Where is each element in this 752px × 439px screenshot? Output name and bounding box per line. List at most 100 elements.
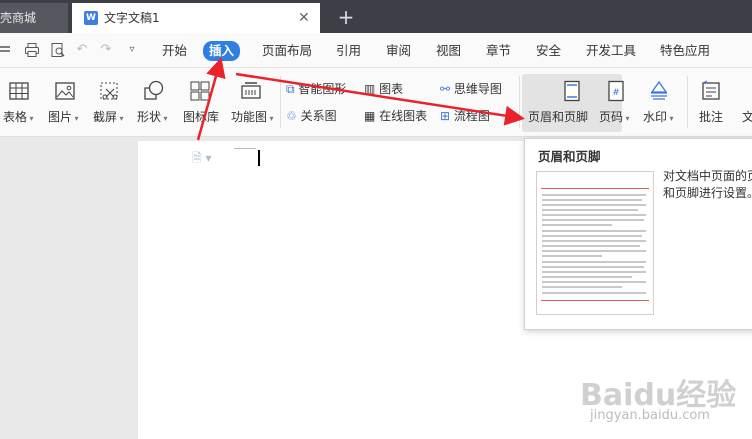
- print-preview-icon[interactable]: [50, 42, 66, 58]
- smart-shape-icon: ⧉: [286, 82, 295, 96]
- menu-review[interactable]: 审阅: [386, 42, 411, 60]
- tooltip-description: 对文档中页面的页眉和页脚进行设置。: [663, 169, 752, 200]
- online-chart-label: 在线图表: [379, 109, 428, 123]
- smart-shape-button[interactable]: ⧉ 智能图形: [286, 80, 346, 97]
- shape-icon[interactable]: [143, 80, 165, 102]
- page-number-button[interactable]: 页码 ▾: [599, 108, 630, 125]
- preview-text-line: [542, 261, 646, 263]
- menu-start[interactable]: 开始: [162, 42, 187, 60]
- page-number-icon[interactable]: #: [605, 80, 627, 102]
- flowchart-button[interactable]: ⊞ 流程图: [440, 107, 490, 124]
- picture-button[interactable]: 图片 ▾: [48, 108, 79, 125]
- preview-text-line: [542, 266, 644, 268]
- preview-text-line: [542, 224, 612, 226]
- preview-text-line: [542, 286, 622, 288]
- preview-text-line: [542, 250, 646, 252]
- picture-icon[interactable]: [54, 80, 76, 102]
- chevron-down-icon: ▾: [267, 114, 274, 123]
- tooltip-preview-image: [536, 171, 654, 315]
- print-icon[interactable]: [24, 42, 40, 58]
- redo-icon[interactable]: ↷: [98, 42, 114, 58]
- page-options-icon[interactable]: 🗎 ▾: [192, 149, 212, 170]
- menu-chapter[interactable]: 章节: [486, 42, 511, 60]
- preview-text-line: [542, 235, 642, 237]
- preview-text-line: [542, 194, 646, 196]
- preview-footer-line: [541, 300, 649, 301]
- insert-toolbar: [0, 68, 752, 137]
- table-button[interactable]: 表格 ▾: [3, 108, 34, 125]
- mind-map-button[interactable]: ⚯ 思维导图: [440, 80, 502, 97]
- picture-label: 图片: [48, 110, 73, 124]
- menu-developer-tools[interactable]: 开发工具: [586, 42, 636, 60]
- online-chart-icon: ▦: [364, 109, 376, 123]
- close-icon[interactable]: ✕: [298, 3, 310, 33]
- relation-chart-button[interactable]: ♲ 关系图: [286, 107, 337, 124]
- tab-shop[interactable]: 壳商城: [0, 3, 68, 33]
- new-tab-button[interactable]: +: [336, 3, 356, 31]
- undo-icon[interactable]: ↶: [74, 42, 90, 58]
- margin-corner-marker: [234, 148, 256, 149]
- preview-text-line: [542, 214, 646, 216]
- function-chart-label: 功能图: [231, 110, 268, 124]
- shape-label: 形状: [137, 110, 162, 124]
- menu-insert[interactable]: 插入: [203, 41, 241, 61]
- screenshot-label: 截屏: [93, 110, 118, 124]
- toolbar-divider: [519, 76, 520, 128]
- menu-security[interactable]: 安全: [536, 42, 561, 60]
- bar-chart-icon: ▥: [364, 82, 376, 96]
- chevron-down-icon: ▾: [72, 114, 79, 123]
- table-label: 表格: [3, 110, 28, 124]
- watermark-button[interactable]: 水印 ▾: [643, 108, 674, 125]
- tab-shop-label: 壳商城: [0, 11, 37, 25]
- preview-header-line: [541, 188, 649, 189]
- screenshot-button[interactable]: 截屏 ▾: [93, 108, 124, 125]
- function-chart-button[interactable]: 功能图 ▾: [231, 108, 274, 125]
- online-chart-button[interactable]: ▦ 在线图表: [364, 107, 427, 124]
- icon-library-icon[interactable]: [189, 80, 211, 102]
- preview-text-line: [542, 204, 646, 206]
- preview-text-line: [542, 271, 646, 273]
- chevron-down-icon: ▾: [117, 114, 124, 123]
- page-number-label: 页码: [599, 110, 624, 124]
- text-button-partial[interactable]: 文: [742, 108, 752, 125]
- preview-text-line: [542, 199, 642, 201]
- preview-text-line: [542, 219, 644, 221]
- flowchart-icon: ⊞: [440, 109, 451, 123]
- customize-toolbar-icon[interactable]: ▿: [124, 42, 140, 58]
- mind-map-label: 思维导图: [453, 82, 502, 96]
- menu-page-layout[interactable]: 页面布局: [262, 42, 312, 60]
- tab-document-label: 文字文稿1: [104, 11, 160, 25]
- header-footer-icon: [561, 80, 583, 102]
- text-cursor: [258, 150, 260, 166]
- menu-icon[interactable]: [0, 42, 14, 58]
- toolbar-divider: [687, 76, 688, 128]
- preview-text-line: [542, 255, 602, 257]
- chart-button[interactable]: ▥ 图表: [364, 80, 403, 97]
- preview-text-line: [542, 209, 638, 211]
- preview-text-line: [542, 245, 640, 247]
- header-footer-label: 页眉和页脚: [528, 110, 589, 124]
- tab-document[interactable]: W 文字文稿1 ✕: [72, 3, 320, 33]
- menu-references[interactable]: 引用: [336, 42, 361, 60]
- preview-text-line: [542, 276, 632, 278]
- icon-library-button[interactable]: 图标库: [183, 108, 219, 125]
- comment-button[interactable]: 批注: [699, 108, 723, 125]
- function-chart-icon[interactable]: [240, 80, 262, 102]
- tooltip-title: 页眉和页脚: [538, 149, 601, 164]
- chart-label: 图表: [379, 82, 404, 96]
- svg-text:#: #: [612, 88, 620, 98]
- menu-special-apps[interactable]: 特色应用: [660, 42, 710, 60]
- smart-shape-label: 智能图形: [298, 82, 347, 96]
- chevron-down-icon: ▾: [27, 114, 34, 123]
- shape-button[interactable]: 形状 ▾: [137, 108, 168, 125]
- table-icon[interactable]: [8, 80, 30, 102]
- relation-label: 关系图: [300, 109, 337, 123]
- screenshot-icon[interactable]: [98, 80, 120, 102]
- relation-icon: ♲: [286, 109, 297, 123]
- preview-text-line: [542, 240, 646, 242]
- menu-view[interactable]: 视图: [436, 42, 461, 60]
- comment-icon[interactable]: [700, 80, 722, 102]
- preview-text-line: [542, 281, 646, 283]
- chevron-down-icon: ▾: [623, 114, 630, 123]
- watermark-icon[interactable]: [648, 80, 670, 102]
